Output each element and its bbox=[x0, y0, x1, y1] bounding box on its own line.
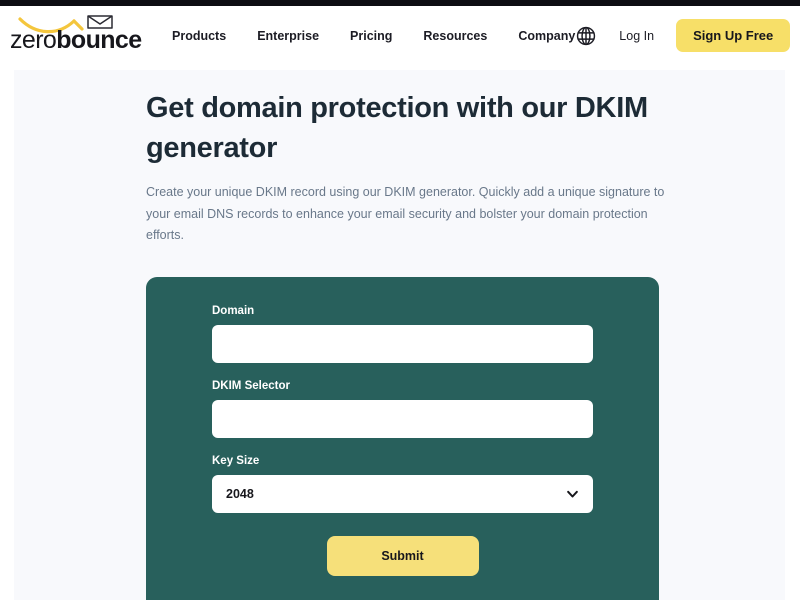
main-navigation: Products Enterprise Pricing Resources Co… bbox=[172, 29, 575, 43]
page-description: Create your unique DKIM record using our… bbox=[146, 185, 665, 242]
nav-item-company[interactable]: Company bbox=[518, 29, 575, 43]
key-size-select-wrapper bbox=[212, 475, 593, 513]
dkim-selector-field-group: DKIM Selector bbox=[212, 380, 593, 438]
logo-text-zero: zero bbox=[10, 25, 57, 54]
domain-field-group: Domain bbox=[212, 305, 593, 363]
page-content: Get domain protection with our DKIM gene… bbox=[14, 70, 785, 600]
globe-icon[interactable] bbox=[575, 25, 597, 47]
dkim-generator-form: Domain DKIM Selector Key Size Submit bbox=[146, 277, 659, 600]
signup-button[interactable]: Sign Up Free bbox=[676, 19, 791, 52]
submit-button[interactable]: Submit bbox=[326, 536, 479, 576]
field-spacer-2 bbox=[212, 438, 593, 455]
logo-text-bounce: bounce bbox=[56, 25, 142, 54]
domain-input[interactable] bbox=[212, 325, 593, 363]
key-size-field-group: Key Size bbox=[212, 455, 593, 513]
zerobounce-logo[interactable]: zerobounce bbox=[10, 13, 142, 59]
key-size-label: Key Size bbox=[212, 455, 260, 467]
field-spacer-1 bbox=[212, 363, 593, 380]
page-title: Get domain protection with our DKIM gene… bbox=[146, 92, 648, 165]
nav-item-products[interactable]: Products bbox=[172, 29, 226, 43]
dkim-selector-input[interactable] bbox=[212, 400, 593, 438]
logo-text: zerobounce bbox=[10, 25, 142, 59]
domain-label: Domain bbox=[212, 305, 255, 317]
submit-row: Submit bbox=[212, 536, 593, 576]
nav-item-enterprise[interactable]: Enterprise bbox=[257, 29, 319, 43]
key-size-select[interactable] bbox=[212, 475, 593, 513]
nav-item-pricing[interactable]: Pricing bbox=[350, 29, 392, 43]
dkim-selector-label: DKIM Selector bbox=[212, 380, 290, 392]
header-actions: Log In Sign Up Free bbox=[575, 19, 791, 52]
login-link[interactable]: Log In bbox=[619, 29, 654, 43]
nav-item-resources[interactable]: Resources bbox=[423, 29, 487, 43]
site-header: zerobounce Products Enterprise Pricing R… bbox=[0, 6, 800, 65]
